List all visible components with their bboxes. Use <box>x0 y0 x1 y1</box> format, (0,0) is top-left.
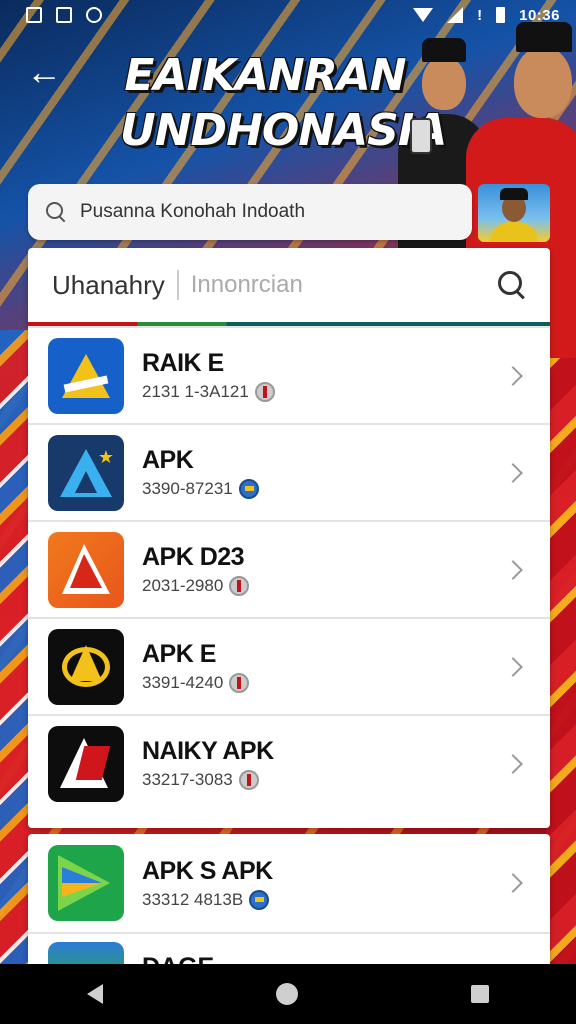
nav-home-icon[interactable] <box>275 983 298 1005</box>
alert-icon: ! <box>477 6 483 24</box>
status-bar: ! 10:36 <box>0 0 576 30</box>
chevron-right-icon <box>503 365 523 386</box>
list-header-title: Uhanahry <box>52 269 165 300</box>
nav-back-icon[interactable] <box>86 984 103 1004</box>
chevron-right-icon <box>503 462 523 483</box>
list-item[interactable]: APK D23 2031-2980 <box>28 520 550 617</box>
flag-badge-icon <box>238 770 259 790</box>
app-size: 2031-2980 <box>142 576 224 595</box>
app-list-card-secondary: APK S APK 33312 4813B DAGE <box>28 834 550 966</box>
list-header: Uhanahry Innonrcian <box>28 248 550 326</box>
search-icon <box>46 202 66 222</box>
app-size: 33312 4813B <box>142 889 244 909</box>
app-list-card: Uhanahry Innonrcian RAIK E 2131 1-3A121 … <box>28 248 550 828</box>
banner-title-line1: EAIKANRAN <box>124 50 406 101</box>
flag-badge-icon <box>229 673 250 693</box>
app-name: APK E <box>142 640 216 668</box>
app-size: 2131 1-3A121 <box>142 382 249 401</box>
app-size: 3390-87231 <box>142 479 233 498</box>
app-logo-icon <box>48 337 124 414</box>
header-divider <box>176 270 179 300</box>
app-name: APK D23 <box>142 543 245 571</box>
app-logo-icon <box>48 942 124 966</box>
flag-badge-icon <box>249 889 270 910</box>
avatar[interactable] <box>478 184 550 242</box>
arrow-left-icon: ← <box>26 51 62 92</box>
app-name: APK <box>142 446 194 474</box>
list-item[interactable]: RAIK E 2131 1-3A121 <box>28 326 550 423</box>
app-name: DAGE <box>142 942 214 966</box>
status-right-icons: ! 10:36 <box>413 7 560 24</box>
list-filter-input[interactable]: Innonrcian <box>191 271 498 299</box>
clock: 10:36 <box>519 6 560 24</box>
list-item[interactable]: NAIKY APK 33217-3083 <box>28 714 550 811</box>
app-logo-icon: ★ <box>48 434 124 511</box>
app-name: NAIKY APK <box>142 737 274 765</box>
banner-title: EAIKANRAN UNDHONASIA <box>120 50 447 156</box>
chevron-right-icon <box>503 559 523 580</box>
app-logo-icon <box>48 628 124 705</box>
nav-recents-icon[interactable] <box>471 985 490 1003</box>
system-nav-bar <box>0 964 576 1024</box>
list-item-partial[interactable]: DAGE <box>28 932 550 966</box>
list-item[interactable]: APK E 3391-4240 <box>28 617 550 714</box>
app-logo-icon <box>48 845 124 921</box>
background-stripes-right <box>546 330 576 970</box>
phone-prop <box>410 118 432 154</box>
edit-icon <box>56 7 72 23</box>
chevron-right-icon <box>503 873 523 893</box>
status-left-icons <box>26 7 102 23</box>
search-bar[interactable]: Pusanna Konohah Indoath <box>28 184 472 240</box>
list-item[interactable]: APK S APK 33312 4813B <box>28 834 550 932</box>
app-name: RAIK E <box>142 349 224 377</box>
app-size: 33217-3083 <box>142 770 233 789</box>
banner-title-line2: UNDHONASIA <box>120 105 447 156</box>
list-item[interactable]: ★ APK 3390-87231 <box>28 423 550 520</box>
signal-icon <box>447 7 464 23</box>
battery-icon <box>496 7 506 23</box>
flag-badge-icon <box>254 382 275 402</box>
flag-badge-icon <box>229 576 250 596</box>
app-name: APK S APK <box>142 856 273 885</box>
app-size: 3391-4240 <box>142 673 224 692</box>
record-icon <box>86 7 102 23</box>
back-button[interactable]: ← <box>26 52 66 92</box>
search-input[interactable]: Pusanna Konohah Indoath <box>80 201 305 223</box>
search-icon[interactable] <box>498 271 526 299</box>
chevron-right-icon <box>503 656 523 677</box>
flag-badge-icon <box>238 479 259 499</box>
app-logo-icon <box>48 531 124 608</box>
wifi-icon <box>413 8 434 22</box>
app-logo-icon <box>48 725 124 802</box>
image-icon <box>26 7 42 23</box>
chevron-right-icon <box>503 753 523 774</box>
